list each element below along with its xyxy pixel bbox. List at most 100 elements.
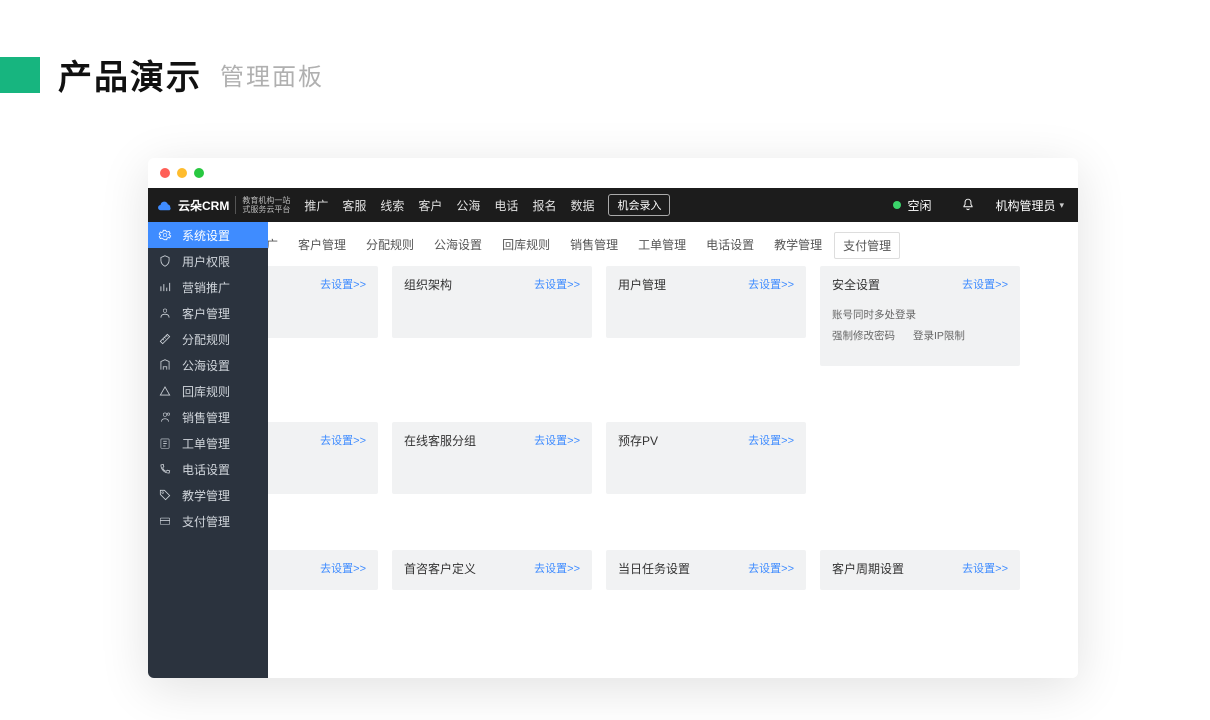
go-settings-link[interactable]: 去设置>> (534, 432, 580, 448)
building-icon (158, 358, 172, 372)
sidebar-item-label: 营销推广 (182, 279, 230, 296)
sidebar-item-label: 公海设置 (182, 357, 230, 374)
sidebar-item-1[interactable]: 用户权限 (148, 248, 268, 274)
subtab-5[interactable]: 销售管理 (562, 232, 626, 259)
heading-sub: 管理面板 (220, 57, 324, 92)
status-indicator[interactable]: 空闲 (893, 197, 931, 214)
card-row-1: 去设置>> 组织架构 去设置>> 用户管理 去设置>> 安全设置 去设置>> (268, 266, 1078, 366)
triangle-icon (158, 384, 172, 398)
settings-icon (158, 228, 172, 242)
card-row-2: 去设置>> 在线客服分组 去设置>> 预存PV 去设置>> (268, 422, 1078, 494)
chart-icon (158, 280, 172, 294)
topnav-right: 机构管理员 ▾ (961, 197, 1064, 214)
subtab-9[interactable]: 支付管理 (834, 232, 900, 259)
sidebar-item-7[interactable]: 销售管理 (148, 404, 268, 430)
user-label: 机构管理员 (995, 197, 1055, 214)
sidebar-item-5[interactable]: 公海设置 (148, 352, 268, 378)
sidebar-item-2[interactable]: 营销推广 (148, 274, 268, 300)
subtab-0[interactable]: 广 (268, 232, 286, 259)
tag-icon (158, 488, 172, 502)
topnav: 云朵CRM 教育机构一站 式服务云平台 推广 客服 线索 客户 公海 电话 报名… (148, 188, 1078, 222)
settings-card-customer-cycle: 客户周期设置 去设置>> (820, 550, 1020, 590)
window-minimize-dot[interactable] (177, 168, 187, 178)
settings-card-online-group: 在线客服分组 去设置>> (392, 422, 592, 494)
go-settings-link[interactable]: 去设置>> (962, 560, 1008, 576)
sidebar-item-label: 支付管理 (182, 513, 230, 530)
subtab-6[interactable]: 工单管理 (630, 232, 694, 259)
ruler-icon (158, 332, 172, 346)
bell-icon[interactable] (961, 198, 975, 212)
sidebar-item-11[interactable]: 支付管理 (148, 508, 268, 534)
settings-card: 去设置>> (268, 550, 378, 590)
nav-promote[interactable]: 推广 (304, 197, 328, 214)
window-titlebar (148, 158, 1078, 188)
app-body: 系统设置用户权限营销推广客户管理分配规则公海设置回库规则销售管理工单管理电话设置… (148, 222, 1078, 678)
brand-logo[interactable]: 云朵CRM 教育机构一站 式服务云平台 (156, 196, 290, 214)
sidebar-item-label: 客户管理 (182, 305, 230, 322)
subtab-7[interactable]: 电话设置 (698, 232, 762, 259)
go-settings-link[interactable]: 去设置>> (748, 560, 794, 576)
cloud-logo-icon (156, 196, 174, 214)
opportunity-entry-button[interactable]: 机会录入 (608, 194, 670, 216)
card-icon (158, 514, 172, 528)
go-settings-link[interactable]: 去设置>> (534, 276, 580, 292)
card-sub-item[interactable]: 账号同时多处登录 (832, 307, 916, 322)
status-dot-icon (893, 201, 901, 209)
sales-icon (158, 410, 172, 424)
sidebar-item-label: 系统设置 (182, 227, 230, 244)
phone-icon (158, 462, 172, 476)
sidebar-item-label: 工单管理 (182, 435, 230, 452)
window-close-dot[interactable] (160, 168, 170, 178)
sidebar-item-8[interactable]: 工单管理 (148, 430, 268, 456)
settings-card-security: 安全设置 去设置>> 账号同时多处登录 强制修改密码 登录IP限制 (820, 266, 1020, 366)
heading-main: 产品演示 (58, 50, 202, 99)
topnav-items: 推广 客服 线索 客户 公海 电话 报名 数据 (304, 197, 594, 214)
settings-card-daily-task: 当日任务设置 去设置>> (606, 550, 806, 590)
status-label: 空闲 (907, 197, 931, 214)
sidebar-item-label: 教学管理 (182, 487, 230, 504)
sidebar-item-10[interactable]: 教学管理 (148, 482, 268, 508)
heading-accent-bar (0, 57, 40, 93)
sidebar-item-4[interactable]: 分配规则 (148, 326, 268, 352)
chevron-down-icon: ▾ (1059, 200, 1064, 211)
settings-card: 去设置>> (268, 422, 378, 494)
card-row-3: 去设置>> 首咨客户定义 去设置>> 当日任务设置 去设置>> 客户周期设置 去… (268, 550, 1078, 590)
go-settings-link[interactable]: 去设置>> (534, 560, 580, 576)
sidebar-item-3[interactable]: 客户管理 (148, 300, 268, 326)
app-window: 云朵CRM 教育机构一站 式服务云平台 推广 客服 线索 客户 公海 电话 报名… (148, 158, 1078, 678)
subtab-2[interactable]: 分配规则 (358, 232, 422, 259)
brand-tagline: 教育机构一站 式服务云平台 (235, 196, 290, 214)
settings-card: 去设置>> (268, 266, 378, 338)
card-subitems-2: 强制修改密码 登录IP限制 (832, 328, 1008, 343)
person-icon (158, 306, 172, 320)
go-settings-link[interactable]: 去设置>> (320, 560, 366, 576)
subtab-3[interactable]: 公海设置 (426, 232, 490, 259)
user-menu[interactable]: 机构管理员 ▾ (995, 197, 1064, 214)
settings-card-pv: 预存PV 去设置>> (606, 422, 806, 494)
nav-customer[interactable]: 客户 (418, 197, 442, 214)
sidebar-item-9[interactable]: 电话设置 (148, 456, 268, 482)
nav-phone[interactable]: 电话 (494, 197, 518, 214)
nav-leads[interactable]: 线索 (380, 197, 404, 214)
nav-public[interactable]: 公海 (456, 197, 480, 214)
go-settings-link[interactable]: 去设置>> (748, 276, 794, 292)
go-settings-link[interactable]: 去设置>> (320, 276, 366, 292)
subtab-4[interactable]: 回库规则 (494, 232, 558, 259)
go-settings-link[interactable]: 去设置>> (320, 432, 366, 448)
sidebar-item-6[interactable]: 回库规则 (148, 378, 268, 404)
nav-service[interactable]: 客服 (342, 197, 366, 214)
subtab-1[interactable]: 客户管理 (290, 232, 354, 259)
card-sub-item[interactable]: 登录IP限制 (913, 328, 965, 343)
sidebar-item-label: 销售管理 (182, 409, 230, 426)
window-zoom-dot[interactable] (194, 168, 204, 178)
sidebar-item-0[interactable]: 系统设置 (148, 222, 268, 248)
subtab-8[interactable]: 教学管理 (766, 232, 830, 259)
main-content: 广客户管理分配规则公海设置回库规则销售管理工单管理电话设置教学管理支付管理 去设… (268, 222, 1078, 678)
go-settings-link[interactable]: 去设置>> (748, 432, 794, 448)
card-sub-item[interactable]: 强制修改密码 (832, 328, 895, 343)
settings-card-org: 组织架构 去设置>> (392, 266, 592, 338)
sidebar-item-label: 用户权限 (182, 253, 230, 270)
nav-enroll[interactable]: 报名 (532, 197, 556, 214)
go-settings-link[interactable]: 去设置>> (962, 276, 1008, 292)
nav-data[interactable]: 数据 (570, 197, 594, 214)
